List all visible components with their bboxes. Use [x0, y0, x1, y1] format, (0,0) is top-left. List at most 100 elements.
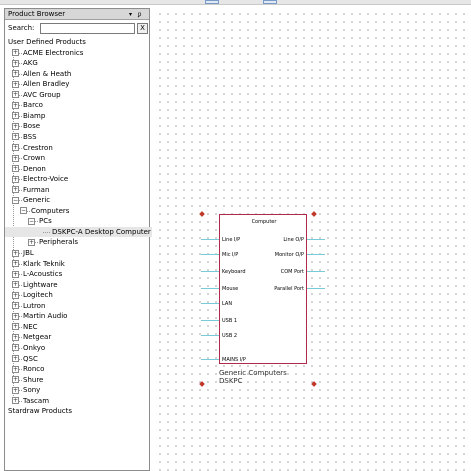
- output-port-connector[interactable]: [307, 254, 325, 255]
- expand-plus-icon[interactable]: +: [12, 355, 19, 362]
- output-port-connector[interactable]: [307, 239, 325, 240]
- expand-plus-icon[interactable]: +: [12, 312, 19, 320]
- expand-plus-icon[interactable]: +: [12, 186, 19, 194]
- expand-plus-icon[interactable]: +: [12, 112, 19, 120]
- expand-plus-icon[interactable]: +: [12, 333, 19, 341]
- expand-plus-icon[interactable]: +: [12, 80, 19, 88]
- tree-item-qsc[interactable]: + QSC: [5, 354, 149, 364]
- tree-item-barco[interactable]: + Barco: [5, 100, 149, 110]
- tree-item-lutron[interactable]: + Lutron: [5, 301, 149, 311]
- collapse-minus-icon[interactable]: −: [28, 217, 35, 225]
- tree-item-denon[interactable]: + Denon: [5, 164, 149, 174]
- tree-root-user-defined[interactable]: User Defined Products: [5, 37, 149, 47]
- expand-plus-icon[interactable]: +: [12, 365, 19, 373]
- tree-item-computers[interactable]: − Computers: [5, 206, 149, 216]
- tree-item-akg[interactable]: + AKG: [5, 58, 149, 68]
- tree-item-tascam[interactable]: + Tascam: [5, 396, 149, 406]
- input-port-label: MAINS I/P: [222, 357, 246, 363]
- expand-plus-icon[interactable]: +: [12, 154, 19, 162]
- tree-connector: [19, 73, 22, 75]
- tree-item-label: Barco: [23, 101, 43, 110]
- tree-item-acme-electronics[interactable]: + ACME Electronics: [5, 48, 149, 58]
- tree-item-furman[interactable]: + Furman: [5, 185, 149, 195]
- tree-item-label: JBL: [23, 249, 34, 257]
- tree-item-jbl[interactable]: + JBL: [5, 248, 149, 258]
- expand-plus-icon[interactable]: +: [12, 122, 19, 130]
- expand-plus-icon[interactable]: +: [12, 91, 19, 99]
- tree-item-label: Crown: [23, 154, 46, 163]
- tree-item-onkyo[interactable]: + Onkyo: [5, 343, 149, 353]
- tree-connector: [19, 369, 22, 371]
- tree-item-netgear[interactable]: + Netgear: [5, 332, 149, 342]
- output-port-connector[interactable]: [307, 271, 325, 272]
- tree-item-klark-teknik[interactable]: + Klark Teknik: [5, 259, 149, 269]
- tree-item-sony[interactable]: + Sony: [5, 385, 149, 395]
- tree-item-crown[interactable]: + Crown: [5, 153, 149, 163]
- panel-pin-icon[interactable]: ᵱ: [138, 10, 141, 19]
- input-port-connector[interactable]: [201, 320, 219, 321]
- tree-item-shure[interactable]: + Shure: [5, 375, 149, 385]
- expand-plus-icon[interactable]: +: [12, 302, 19, 310]
- input-port-connector[interactable]: [201, 239, 219, 240]
- tree-item-allen-heath[interactable]: + Allen & Heath: [5, 69, 149, 79]
- collapse-minus-icon[interactable]: −: [12, 196, 19, 204]
- tree-item-label: Generic: [23, 196, 51, 205]
- tree-item-bss[interactable]: + BSS: [5, 132, 149, 142]
- tree-item-nec[interactable]: + NEC: [5, 322, 149, 332]
- tree-item-logitech[interactable]: + Logitech: [5, 290, 149, 300]
- expand-plus-icon[interactable]: +: [12, 281, 19, 289]
- tree-root-stardraw[interactable]: Stardraw Products: [5, 406, 149, 416]
- tree-item-allen-bradley[interactable]: + Allen Bradley: [5, 79, 149, 89]
- input-port-connector[interactable]: [201, 303, 219, 304]
- tree-item-martin-audio[interactable]: + Martin Audio: [5, 311, 149, 321]
- tree-connector: [19, 326, 22, 328]
- expand-plus-icon[interactable]: +: [12, 344, 19, 352]
- tree-item-label: Allen & Heath: [23, 69, 72, 78]
- search-clear-button[interactable]: X: [137, 23, 148, 34]
- expand-plus-icon[interactable]: +: [12, 70, 19, 78]
- expand-plus-icon[interactable]: +: [12, 101, 19, 109]
- tree-item-electro-voice[interactable]: + Electro-Voice: [5, 174, 149, 184]
- expand-plus-icon[interactable]: +: [12, 270, 19, 278]
- input-port-connector[interactable]: [201, 359, 219, 360]
- tree-item-pcs[interactable]: − PCs: [5, 216, 149, 226]
- expand-plus-icon[interactable]: +: [12, 386, 19, 394]
- collapse-minus-icon[interactable]: −: [20, 207, 27, 215]
- output-port-connector[interactable]: [307, 288, 325, 289]
- tree-item-generic[interactable]: − Generic: [5, 195, 149, 205]
- tree-item-l-acoustics[interactable]: + L-Acoustics: [5, 269, 149, 279]
- search-input[interactable]: [40, 23, 135, 34]
- tree-connector: [35, 221, 38, 223]
- expand-plus-icon[interactable]: +: [12, 175, 19, 183]
- expand-plus-icon[interactable]: +: [12, 323, 19, 331]
- expand-plus-icon[interactable]: +: [12, 291, 19, 299]
- tree-item-crestron[interactable]: + Crestron: [5, 143, 149, 153]
- expand-plus-icon[interactable]: +: [12, 165, 19, 173]
- expand-plus-icon[interactable]: +: [12, 397, 19, 405]
- expand-plus-icon[interactable]: +: [12, 144, 19, 151]
- expand-plus-icon[interactable]: +: [12, 260, 19, 268]
- tree-item-dskpc-a[interactable]: DSKPC-A Desktop Computer: [5, 226, 152, 237]
- expand-plus-icon[interactable]: +: [12, 376, 19, 384]
- tree-item-bose[interactable]: + Bose: [5, 121, 149, 131]
- input-port-connector[interactable]: [201, 288, 219, 289]
- tree-item-biamp[interactable]: + Biamp: [5, 111, 149, 121]
- tree-item-ronco[interactable]: + Ronco: [5, 364, 149, 374]
- input-port-connector[interactable]: [201, 254, 219, 255]
- expand-plus-icon[interactable]: +: [12, 49, 19, 57]
- tree-item-peripherals[interactable]: + Peripherals: [5, 237, 149, 247]
- toolbar-button-2[interactable]: [263, 0, 277, 4]
- tree-item-label: Peripherals: [39, 238, 79, 247]
- expand-plus-icon[interactable]: +: [12, 59, 19, 67]
- tree-item-label: Lutron: [23, 301, 46, 310]
- tree-item-lightware[interactable]: + Lightware: [5, 280, 149, 290]
- panel-dropdown-icon[interactable]: ▾: [129, 10, 132, 19]
- expand-plus-icon[interactable]: +: [12, 249, 19, 257]
- input-port-connector[interactable]: [201, 271, 219, 272]
- tree-item-avc-group[interactable]: + AVC Group: [5, 90, 149, 100]
- input-port-connector[interactable]: [201, 335, 219, 336]
- expand-plus-icon[interactable]: +: [12, 133, 19, 141]
- device-block-computer[interactable]: Computer Line I/P Mic I/P Keyboard Mouse LAN…: [219, 214, 307, 364]
- toolbar-button-1[interactable]: [205, 0, 219, 4]
- expand-plus-icon[interactable]: +: [28, 238, 35, 246]
